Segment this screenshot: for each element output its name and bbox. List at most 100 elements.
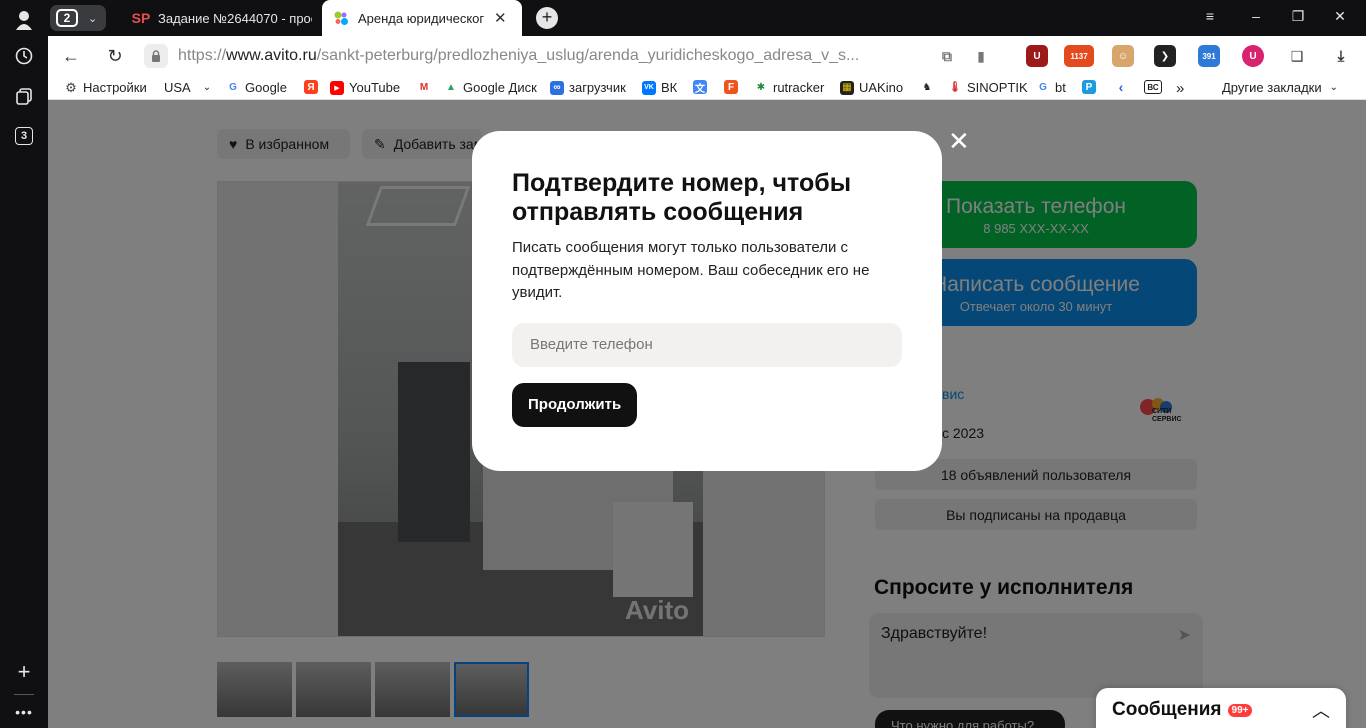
tab-title: Задание №2644070 - прое	[158, 10, 312, 26]
bookmark-sinoptik[interactable]: 🌡 SINOPTIK	[948, 80, 1028, 95]
more-icon[interactable]: •••	[12, 700, 36, 724]
back-arrow-icon[interactable]: ←	[60, 45, 82, 67]
rutracker-icon: ✱	[756, 82, 766, 93]
arrow-left-icon: ‹	[1118, 79, 1124, 95]
new-tab-button[interactable]: +	[536, 7, 558, 29]
chevron-down-icon: ⌄	[88, 12, 98, 25]
bookmark-label: rutracker	[773, 80, 825, 95]
restore-icon[interactable]: ❐	[1288, 8, 1308, 25]
tab-avito[interactable]: Аренда юридического ✕	[322, 0, 522, 36]
close-icon[interactable]: ✕	[948, 128, 970, 154]
chevron-up-icon[interactable]: ︿	[1312, 697, 1330, 723]
dark-reader-icon[interactable]: ❯	[1154, 45, 1176, 67]
other-bookmarks[interactable]: Другие закладки ⌄	[1222, 80, 1338, 95]
history-icon[interactable]	[12, 44, 36, 68]
profile-icon[interactable]	[12, 8, 36, 32]
gear-icon: ⚙	[65, 79, 77, 95]
chess-knight-icon: ♞	[922, 81, 932, 93]
gmail-icon: M	[419, 81, 429, 93]
bookmark-youtube[interactable]: ▶ YouTube	[330, 80, 400, 95]
tab-count: 2	[56, 9, 78, 27]
bookmark-bt[interactable]: Gbt	[1036, 80, 1066, 95]
browser-sidebar: 3 + •••	[0, 0, 48, 728]
close-tab-icon[interactable]: ✕	[494, 9, 507, 27]
bookmark-usa[interactable]: USA ⌄	[164, 80, 211, 95]
rail-divider	[14, 694, 34, 695]
bookmark-bc[interactable]: ВС	[1144, 80, 1167, 94]
grabber-icon[interactable]: ☺	[1112, 45, 1134, 67]
bookmark-rutracker[interactable]: ✱ rutracker	[754, 80, 825, 95]
f-icon: F	[724, 80, 738, 94]
uakino-icon: ▦	[840, 80, 854, 95]
continue-button[interactable]: Продолжить	[512, 382, 638, 427]
thermometer-icon: 🌡	[948, 82, 962, 93]
google-icon: G	[229, 82, 237, 93]
bookmark-google-drive[interactable]: ▲ Google Диск	[444, 80, 537, 95]
google-drive-icon: ▲	[446, 82, 456, 93]
bookmark-label: ВК	[661, 80, 678, 95]
bookmark-google[interactable]: G Google	[226, 80, 287, 95]
ublock-icon[interactable]: U	[1026, 45, 1048, 67]
p-icon: P	[1082, 80, 1096, 94]
bookmark-f[interactable]: F	[724, 80, 743, 94]
tab-count-button[interactable]: 2 ⌄	[50, 5, 106, 31]
add-panel-icon[interactable]: +	[12, 659, 36, 684]
translate-icon: 文	[693, 80, 707, 95]
bookmark-label: SINOPTIK	[967, 80, 1028, 95]
tab-task[interactable]: SP Задание №2644070 - прое	[122, 0, 322, 36]
bookmark-uakino[interactable]: ▦ UAKino	[840, 80, 903, 95]
messages-title: Сообщения	[1112, 699, 1222, 720]
bookmark-label: bt	[1055, 80, 1066, 95]
page-content: ♥ В избранном ✎ Добавить зам Avito Показ…	[48, 100, 1366, 728]
messages-bar[interactable]: Сообщения 99+ ︿	[1096, 688, 1346, 728]
bookmark-arrow[interactable]: ‹	[1114, 79, 1133, 95]
bookmark-yandex[interactable]: Я	[304, 80, 323, 94]
more-bookmarks-icon[interactable]: »	[1176, 80, 1184, 97]
minimize-icon[interactable]: –	[1246, 8, 1266, 24]
bookmark-gmail[interactable]: M	[417, 80, 436, 94]
phone-input[interactable]	[512, 322, 902, 367]
close-window-icon[interactable]: ✕	[1330, 8, 1350, 25]
u-shield-icon[interactable]: U	[1242, 45, 1264, 67]
bookmark-downloader[interactable]: ∞ загрузчик	[550, 80, 626, 95]
bc-icon: ВС	[1144, 80, 1162, 94]
bookmark-vk[interactable]: VK ВК	[642, 80, 677, 95]
download-icon[interactable]: ⤓	[1330, 45, 1352, 67]
google-icon: G	[1039, 82, 1047, 93]
bookmark-label: Google	[245, 80, 287, 95]
bookmark-label: загрузчик	[569, 80, 626, 95]
calendar-icon[interactable]: 391	[1198, 45, 1220, 67]
bookmark-label: Другие закладки	[1222, 80, 1322, 95]
bookmark-translate[interactable]: 文	[693, 80, 712, 95]
yandex-icon: Я	[304, 80, 318, 94]
sp-favicon-icon: SP	[131, 10, 151, 26]
bookmark-label: YouTube	[349, 80, 401, 95]
url-domain: www.avito.ru	[226, 47, 317, 64]
bookmark-settings[interactable]: ⚙ Настройки	[64, 79, 147, 96]
tabs-counter-value: 3	[15, 127, 33, 145]
url-input[interactable]: https://www.avito.ru/sankt-peterburg/pre…	[178, 47, 858, 65]
counter-icon[interactable]: 1137	[1064, 45, 1094, 67]
bookmark-label: UAKino	[859, 80, 904, 95]
chevron-down-icon: ⌄	[202, 82, 212, 93]
chevron-down-icon: ⌄	[1329, 82, 1338, 93]
youtube-icon: ▶	[330, 80, 344, 95]
bookmark-label: Настройки	[83, 80, 147, 95]
modal-text: Писать сообщения могут только пользовате…	[512, 239, 870, 301]
bookmark-p[interactable]: P	[1082, 80, 1101, 94]
url-path: /sankt-peterburg/predlozheniya_uslug/are…	[316, 47, 858, 64]
bookmarks-bar: ⚙ Настройки USA ⌄ G Google Я ▶ YouTube M ▲ Go…	[48, 76, 1366, 100]
messages-badge: 99+	[1227, 703, 1253, 717]
bookmark-icon[interactable]: ▮	[970, 45, 992, 67]
address-row: ← ↻ https://www.avito.ru/sankt-peterburg…	[48, 36, 1366, 76]
bookmark-label: Google Диск	[463, 80, 537, 95]
collections-icon[interactable]	[12, 84, 36, 108]
lock-icon[interactable]	[144, 44, 168, 68]
sidebar-icon[interactable]: ❑	[1286, 45, 1308, 67]
reload-icon[interactable]: ↻	[104, 45, 126, 67]
tabs-counter-icon[interactable]: 3	[12, 124, 36, 148]
translate-icon[interactable]: ⧉	[936, 45, 958, 67]
bookmark-chess[interactable]: ♞	[920, 80, 939, 94]
modal-title: Подтвердите номер, чтобы отправлять сооб…	[512, 169, 852, 226]
menu-icon[interactable]: ≡	[1200, 8, 1220, 24]
